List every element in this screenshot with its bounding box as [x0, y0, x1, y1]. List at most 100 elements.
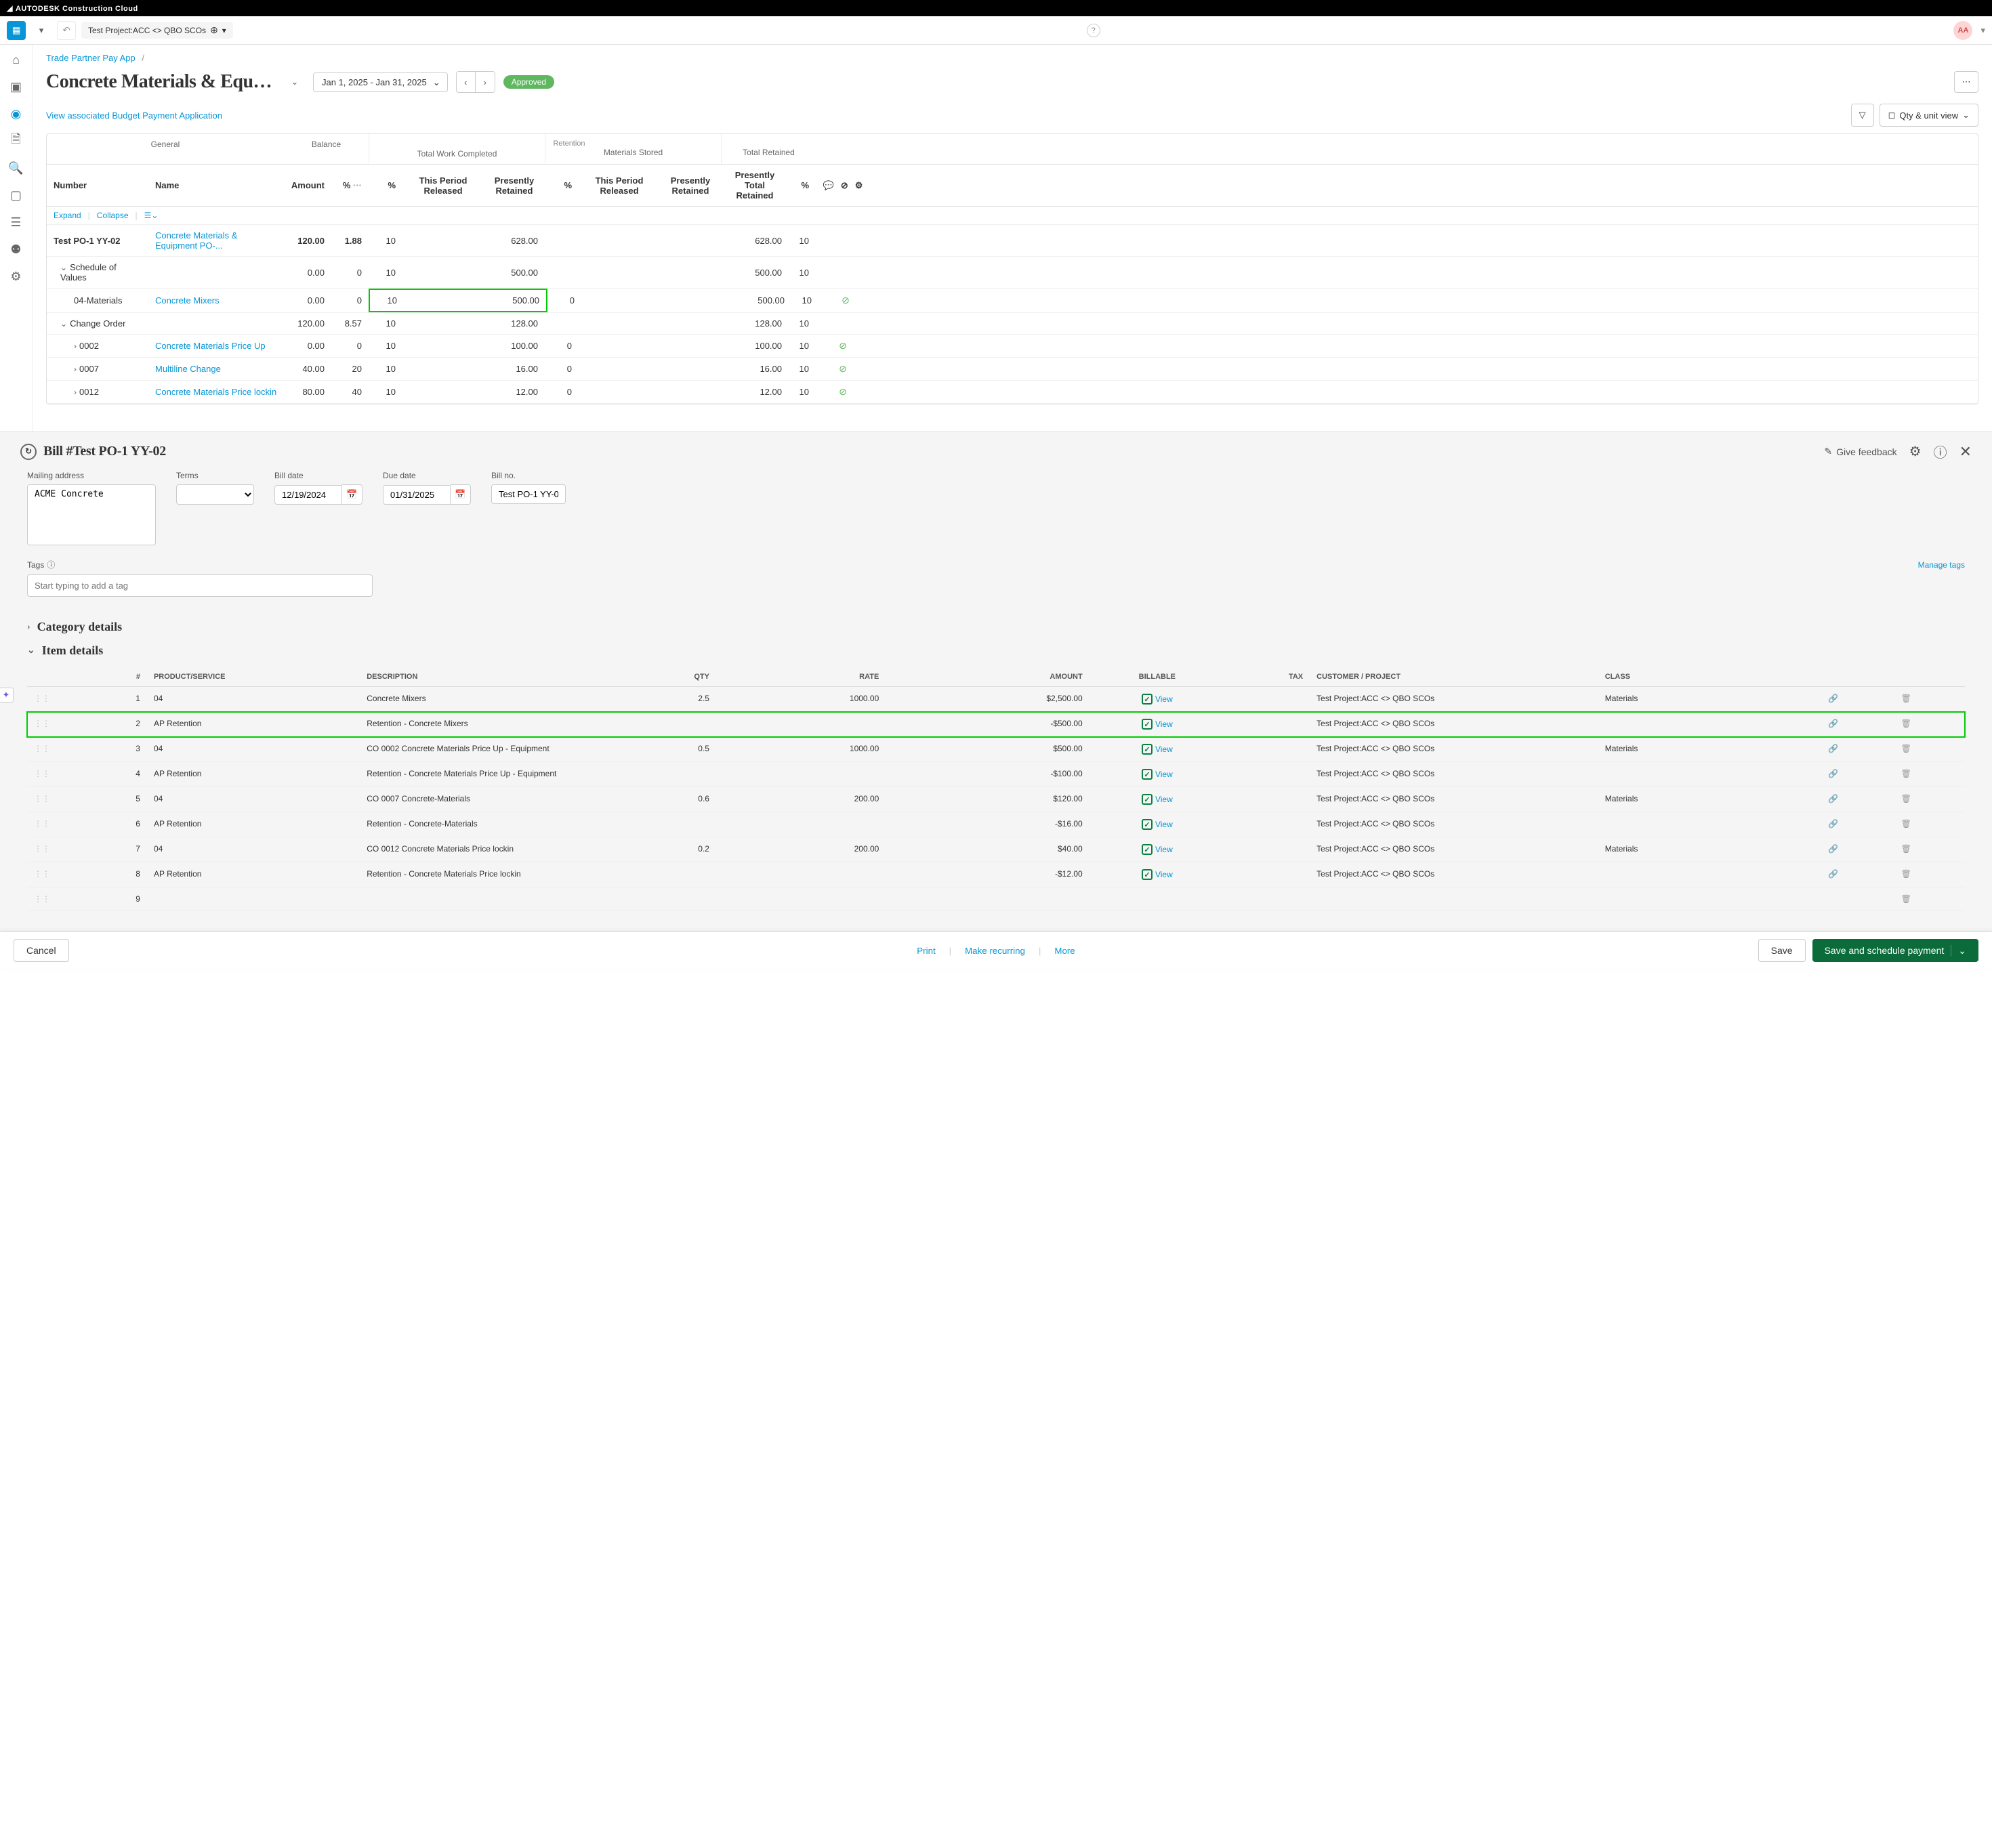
delete-icon[interactable]: 🗑: [1898, 844, 1914, 854]
item-row[interactable]: ⋮⋮ 3 04 CO 0002 Concrete Materials Price…: [27, 737, 1965, 762]
app-dropdown-caret[interactable]: ▾: [31, 20, 51, 41]
link-icon[interactable]: 🔗: [1825, 769, 1841, 778]
item-row[interactable]: ⋮⋮ 7 04 CO 0012 Concrete Materials Price…: [27, 837, 1965, 862]
view-link[interactable]: View: [1155, 845, 1173, 854]
col-tpr[interactable]: This Period Released: [402, 165, 484, 206]
tags-help-icon[interactable]: ⓘ: [47, 559, 55, 570]
item-row[interactable]: ⋮⋮ 6 AP Retention Retention - Concrete-M…: [27, 812, 1965, 837]
link-icon[interactable]: 🔗: [1825, 844, 1841, 854]
comment-icon[interactable]: 💬: [823, 180, 834, 191]
view-link[interactable]: View: [1155, 719, 1173, 729]
due-date-calendar-button[interactable]: 📅: [451, 484, 471, 505]
item-row[interactable]: ⋮⋮ 1 04 Concrete Mixers 2.5 1000.00 $2,5…: [27, 687, 1965, 712]
table-row[interactable]: 0002 Concrete Materials Price Up 0.00 0 …: [47, 335, 1978, 358]
drag-handle-icon[interactable]: ⋮⋮: [34, 719, 50, 728]
drag-handle-icon[interactable]: ⋮⋮: [34, 769, 50, 778]
billable-toggle[interactable]: ✓ View: [1142, 819, 1173, 830]
bill-date-calendar-button[interactable]: 📅: [342, 484, 362, 505]
col-amount[interactable]: Amount: [284, 165, 331, 206]
billable-toggle[interactable]: ✓ View: [1142, 794, 1173, 805]
drag-handle-icon[interactable]: ⋮⋮: [34, 844, 50, 854]
close-button[interactable]: ✕: [1959, 443, 1972, 461]
col-number[interactable]: Number: [47, 165, 148, 206]
filter-button[interactable]: ▽: [1851, 104, 1874, 127]
category-details-toggle[interactable]: › Category details: [27, 620, 1965, 634]
link-icon[interactable]: 🔗: [1825, 744, 1841, 753]
col-pct[interactable]: % ···: [331, 165, 369, 206]
view-link[interactable]: View: [1155, 870, 1173, 879]
user-avatar[interactable]: AA: [1953, 21, 1972, 40]
col-tr-pct[interactable]: %: [789, 165, 816, 206]
link-icon[interactable]: 🔗: [1825, 794, 1841, 803]
table-row[interactable]: Test PO-1 YY-02 Concrete Materials & Equ…: [47, 225, 1978, 257]
history-icon[interactable]: ↻: [20, 444, 37, 460]
cost-icon[interactable]: ◉: [8, 106, 24, 122]
delete-icon[interactable]: 🗑: [1898, 719, 1914, 728]
item-row[interactable]: ⋮⋮ 8 AP Retention Retention - Concrete M…: [27, 862, 1965, 887]
col-ptr[interactable]: Presently Total Retained: [721, 165, 789, 206]
link-icon[interactable]: 🔗: [1825, 869, 1841, 879]
give-feedback-button[interactable]: ✎ Give feedback: [1824, 446, 1896, 457]
date-range-select[interactable]: Jan 1, 2025 - Jan 31, 2025 ⌄: [313, 72, 448, 92]
members-icon[interactable]: ⚉: [8, 241, 24, 257]
save-dropdown-caret[interactable]: ⌄: [1951, 945, 1966, 957]
delete-icon[interactable]: 🗑: [1898, 794, 1914, 803]
save-button[interactable]: Save: [1758, 939, 1806, 962]
billable-toggle[interactable]: ✓ View: [1142, 769, 1173, 780]
list-view-icon[interactable]: ☰⌄: [144, 211, 159, 220]
clipboard-icon[interactable]: ☰: [8, 214, 24, 230]
back-button[interactable]: ↶: [57, 21, 76, 40]
project-selector[interactable]: Test Project:ACC <> QBO SCOs ▾: [81, 22, 233, 39]
view-link[interactable]: View: [1155, 795, 1173, 804]
col-ms-pct[interactable]: %: [545, 165, 579, 206]
drag-handle-icon[interactable]: ⋮⋮: [34, 794, 50, 803]
item-details-toggle[interactable]: ⌄ Item details: [27, 644, 1965, 658]
billable-toggle[interactable]: ✓ View: [1142, 744, 1173, 755]
row-name-link[interactable]: Concrete Mixers: [155, 295, 220, 306]
more-button[interactable]: More: [1054, 946, 1075, 956]
item-row[interactable]: ⋮⋮ 4 AP Retention Retention - Concrete M…: [27, 762, 1965, 787]
terms-select[interactable]: [176, 484, 254, 505]
link-icon[interactable]: 🔗: [1825, 819, 1841, 828]
row-name-link[interactable]: Concrete Materials Price Up: [155, 341, 266, 351]
table-row[interactable]: 0007 Multiline Change 40.00 20 10 16.00 …: [47, 358, 1978, 381]
drag-handle-icon[interactable]: ⋮⋮: [34, 694, 50, 703]
row-name-link[interactable]: Multiline Change: [155, 364, 221, 374]
breadcrumb-link[interactable]: Trade Partner Pay App: [46, 53, 136, 63]
table-row[interactable]: 04-Materials Concrete Mixers 0.00 0 10 5…: [47, 289, 1978, 313]
ai-suggestion-badge[interactable]: ✦: [0, 688, 14, 702]
next-period-button[interactable]: ›: [476, 72, 495, 92]
document-icon[interactable]: 🗎: [8, 133, 24, 149]
settings-icon[interactable]: ⚙: [8, 268, 24, 285]
table-row[interactable]: Change Order 120.00 8.57 10 128.00 128.0…: [47, 313, 1978, 335]
table-row[interactable]: Schedule of Values 0.00 0 10 500.00 500.…: [47, 257, 1978, 289]
col-pr[interactable]: Presently Retained: [484, 165, 545, 206]
bill-help-icon[interactable]: ⓘ: [1934, 442, 1947, 461]
gear-icon[interactable]: ⚙: [855, 180, 863, 191]
col-twc-pct[interactable]: %: [369, 165, 402, 206]
mailing-address-input[interactable]: ACME Concrete: [27, 484, 156, 545]
save-schedule-button[interactable]: Save and schedule payment ⌄: [1812, 939, 1978, 962]
billable-toggle[interactable]: ✓ View: [1142, 869, 1173, 880]
item-row[interactable]: ⋮⋮ 5 04 CO 0007 Concrete-Materials 0.6 2…: [27, 787, 1965, 812]
cancel-button[interactable]: Cancel: [14, 939, 69, 962]
page-icon[interactable]: ▢: [8, 187, 24, 203]
camera-icon[interactable]: ▣: [8, 79, 24, 95]
link-icon[interactable]: 🔗: [1825, 719, 1841, 728]
drag-handle-icon[interactable]: ⋮⋮: [34, 819, 50, 828]
item-row[interactable]: ⋮⋮ 9 🗑: [27, 887, 1965, 911]
delete-icon[interactable]: 🗑: [1898, 769, 1914, 778]
due-date-input[interactable]: [383, 485, 451, 505]
billable-toggle[interactable]: ✓ View: [1142, 694, 1173, 705]
home-icon[interactable]: ⌂: [8, 51, 24, 68]
view-link[interactable]: View: [1155, 770, 1173, 779]
item-row[interactable]: ⋮⋮ 2 AP Retention Retention - Concrete M…: [27, 712, 1965, 737]
drag-handle-icon[interactable]: ⋮⋮: [34, 894, 50, 904]
delete-icon[interactable]: 🗑: [1898, 819, 1914, 828]
bill-date-input[interactable]: [274, 485, 342, 505]
binoculars-icon[interactable]: 🔍: [8, 160, 24, 176]
billable-toggle[interactable]: ✓ View: [1142, 844, 1173, 855]
view-toggle[interactable]: ◻ Qty & unit view ⌄: [1880, 104, 1978, 127]
check-icon[interactable]: ⊘: [841, 180, 848, 191]
delete-icon[interactable]: 🗑: [1898, 869, 1914, 879]
